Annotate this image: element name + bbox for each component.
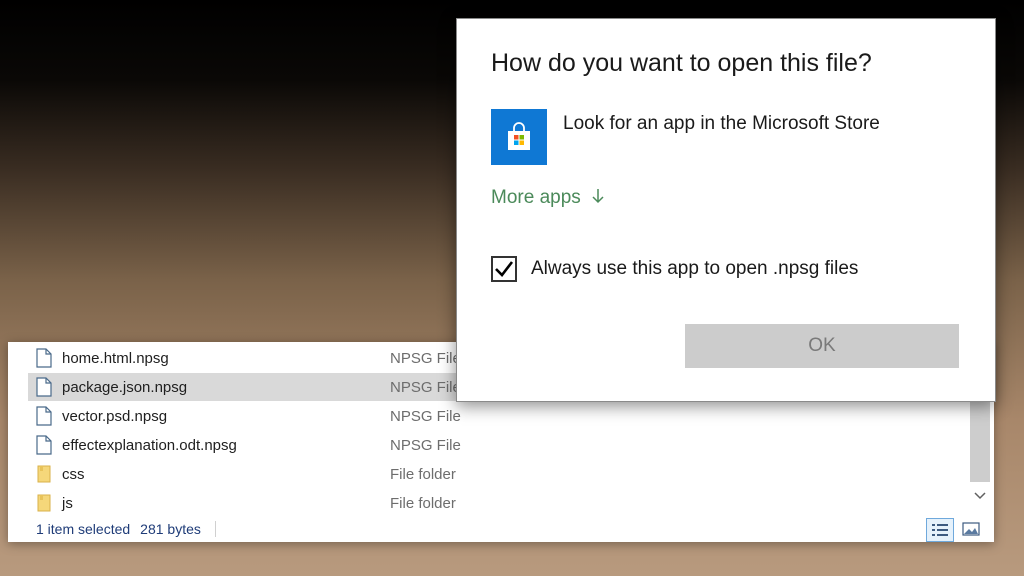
open-with-dialog: How do you want to open this file? Look …	[456, 18, 996, 402]
microsoft-store-icon	[491, 109, 547, 165]
folder-type: File folder	[390, 465, 456, 483]
dialog-title: How do you want to open this file?	[491, 49, 872, 77]
large-icons-view-icon	[962, 522, 980, 536]
folder-row[interactable]: css File folder	[28, 460, 648, 488]
file-name: effectexplanation.odt.npsg	[62, 436, 237, 454]
more-apps-label: More apps	[491, 187, 581, 208]
file-icon	[34, 376, 54, 398]
status-bar: 1 item selected 281 bytes	[8, 515, 994, 542]
folder-icon	[34, 463, 54, 485]
vertical-scrollbar[interactable]	[970, 402, 990, 512]
more-apps-link[interactable]: More apps	[491, 187, 605, 209]
selection-count: 1 item selected	[36, 520, 131, 537]
file-row[interactable]: vector.psd.npsg NPSG File	[28, 402, 648, 430]
microsoft-store-option[interactable]: Look for an app in the Microsoft Store	[491, 109, 880, 165]
always-use-label: Always use this app to open .npsg files	[531, 258, 859, 279]
folder-row[interactable]: js File folder	[28, 489, 648, 517]
file-name: vector.psd.npsg	[62, 407, 168, 425]
checkmark-icon	[495, 261, 514, 277]
file-icon	[34, 434, 54, 456]
microsoft-store-label: Look for an app in the Microsoft Store	[563, 113, 880, 134]
details-view-icon	[932, 524, 948, 536]
folder-icon	[34, 492, 54, 514]
ok-button[interactable]: OK	[685, 324, 959, 368]
status-divider	[214, 520, 216, 537]
details-view-button[interactable]	[926, 518, 954, 542]
file-icon	[34, 347, 54, 369]
file-type: NPSG File	[390, 436, 461, 454]
file-row[interactable]: effectexplanation.odt.npsg NPSG File	[28, 431, 648, 459]
selection-size: 281 bytes	[140, 520, 201, 537]
file-icon	[34, 405, 54, 427]
file-type: NPSG File	[390, 407, 461, 425]
arrow-down-icon	[591, 188, 605, 209]
scrollbar-thumb[interactable]	[970, 402, 990, 482]
file-type: NPSG File	[390, 378, 461, 396]
folder-name: js	[62, 494, 73, 512]
always-use-checkbox[interactable]	[491, 256, 517, 282]
chevron-down-icon[interactable]	[973, 490, 987, 504]
file-name: home.html.npsg	[62, 349, 169, 367]
always-use-option[interactable]: Always use this app to open .npsg files	[491, 256, 858, 282]
file-name: package.json.npsg	[62, 378, 188, 396]
file-type: NPSG File	[390, 349, 461, 367]
large-icons-view-button[interactable]	[958, 518, 984, 540]
folder-name: css	[62, 465, 85, 483]
folder-type: File folder	[390, 494, 456, 512]
